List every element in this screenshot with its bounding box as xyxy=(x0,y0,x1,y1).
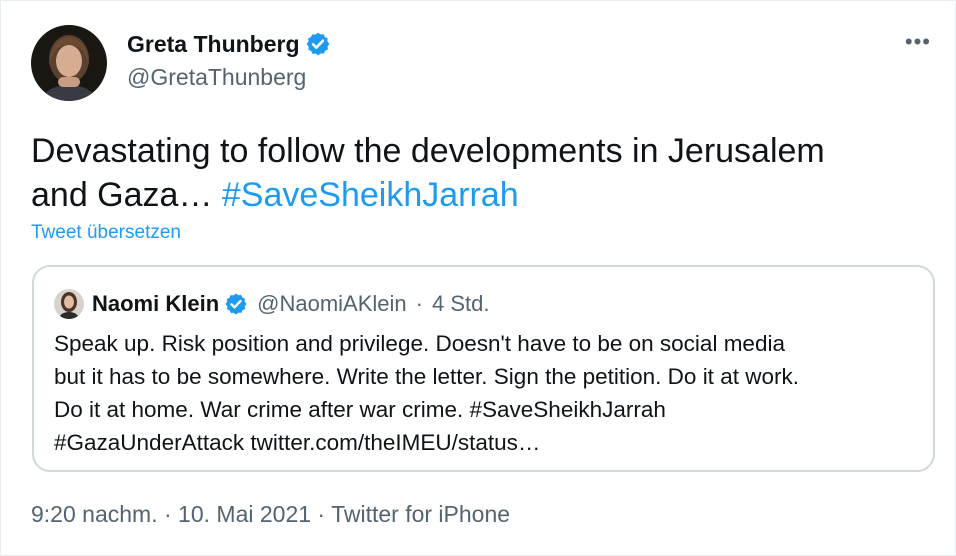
tweet-card: Greta Thunberg @GretaThunberg ••• Devast… xyxy=(0,0,956,556)
verified-badge-icon xyxy=(225,293,247,315)
tweet-text-line2: and Gaza… xyxy=(31,176,222,214)
quoted-text-line: Speak up. Risk position and privilege. D… xyxy=(54,331,785,356)
quoted-author-handle: @NaomiAKlein xyxy=(257,291,407,316)
tweet-date[interactable]: 10. Mai 2021 xyxy=(178,501,311,527)
profile-photo-icon xyxy=(31,25,107,101)
quoted-tweet[interactable]: Naomi Klein @NaomiAKlein · 4 Std. Speak … xyxy=(32,265,935,472)
tweet-text-line1: Devastating to follow the developments i… xyxy=(31,132,825,170)
display-name-row: Greta Thunberg xyxy=(127,29,331,59)
author-avatar[interactable] xyxy=(31,25,107,101)
quoted-author-name: Naomi Klein xyxy=(92,291,220,316)
quoted-tweet-text: Speak up. Risk position and privilege. D… xyxy=(54,327,924,459)
quoted-text-line: #GazaUnderAttack twitter.com/theIMEU/sta… xyxy=(54,430,541,455)
author-names: Greta Thunberg @GretaThunberg xyxy=(127,29,331,93)
hashtag-link[interactable]: #SaveSheikhJarrah xyxy=(222,176,519,214)
author-handle[interactable]: @GretaThunberg xyxy=(127,61,331,93)
quoted-separator: · xyxy=(415,291,423,316)
quoted-author-avatar xyxy=(54,289,84,319)
quoted-text-line: but it has to be somewhere. Write the le… xyxy=(54,364,799,389)
tweet-source[interactable]: Twitter for iPhone xyxy=(331,501,510,527)
quoted-timestamp: 4 Std. xyxy=(431,291,490,316)
more-options-icon[interactable]: ••• xyxy=(905,29,931,55)
translate-tweet-link[interactable]: Tweet übersetzen xyxy=(31,222,181,244)
profile-photo-icon xyxy=(54,289,84,319)
meta-separator: · xyxy=(317,501,326,527)
quoted-tweet-header: Naomi Klein @NaomiAKlein · 4 Std. xyxy=(54,289,489,319)
tweet-time[interactable]: 9:20 nachm. xyxy=(31,501,158,527)
quoted-text-line: Do it at home. War crime after war crime… xyxy=(54,397,666,422)
tweet-text: Devastating to follow the developments i… xyxy=(31,129,931,217)
author-display-name[interactable]: Greta Thunberg xyxy=(127,29,300,59)
tweet-header: Greta Thunberg @GretaThunberg xyxy=(31,25,331,101)
tweet-meta: 9:20 nachm. · 10. Mai 2021 · Twitter for… xyxy=(31,501,510,528)
meta-separator: · xyxy=(163,501,172,527)
verified-badge-icon xyxy=(306,32,329,56)
